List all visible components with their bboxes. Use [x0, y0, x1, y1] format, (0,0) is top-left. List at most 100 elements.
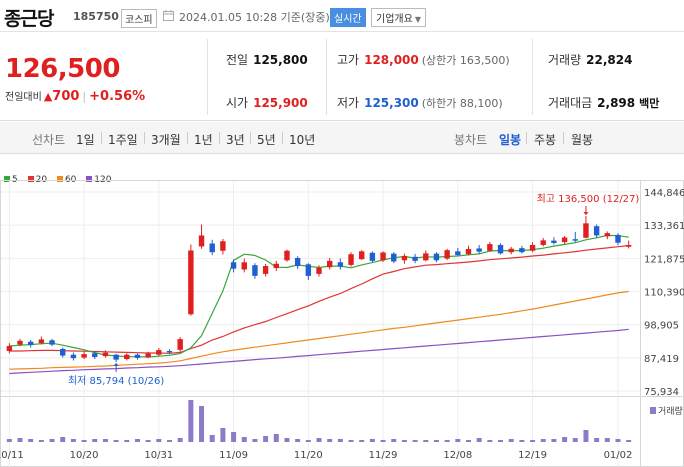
volume-bar: [220, 428, 226, 442]
volume-bar: [316, 438, 322, 442]
candle-body: [380, 252, 386, 261]
candle-body: [156, 350, 162, 355]
low-annotation: 최저 85,794 (10/26): [68, 375, 164, 387]
candle-body: [70, 354, 77, 359]
realtime-button[interactable]: 실시간: [330, 8, 366, 27]
volume-bar: [134, 439, 140, 442]
tab-weekly[interactable]: 주봉: [534, 131, 556, 148]
low-value: 125,300: [364, 96, 419, 110]
divider: [282, 132, 283, 144]
volume-bar: [38, 440, 44, 442]
candle-body: [455, 251, 461, 256]
volume-bar: [92, 439, 98, 442]
candle-body: [166, 350, 173, 353]
calendar-icon: [163, 10, 174, 21]
candle-body: [209, 243, 215, 253]
volume-bar: [145, 440, 151, 442]
y-tick-label: 144,846: [644, 188, 684, 199]
tab-10y[interactable]: 10년: [289, 131, 315, 148]
volume-bar: [348, 440, 354, 442]
stock-name: 종근당: [4, 8, 54, 30]
volume-legend-swatch: [650, 407, 656, 414]
candle-body: [273, 263, 279, 269]
tab-3m[interactable]: 3개월: [151, 131, 181, 148]
volume-bar: [359, 440, 365, 442]
volume-bar: [423, 440, 429, 442]
volume-legend-label: 거래량: [658, 405, 683, 417]
tab-1d[interactable]: 1일: [76, 131, 95, 148]
volume-bar: [498, 440, 504, 442]
volume-bar: [540, 439, 546, 442]
trade-amount-unit: 백만: [639, 97, 660, 110]
company-overview-dropdown[interactable]: 기업개요 ▼: [371, 8, 426, 27]
tab-5y[interactable]: 5년: [257, 131, 276, 148]
chart-period-tabs: 선차트 1일 1주일 3개월 1년 3년 5년 10년 봉차트 일봉 주봉 월봉: [0, 122, 684, 154]
volume-bar: [519, 440, 525, 442]
trade-amount-value: 2,898: [597, 96, 636, 110]
price-chart[interactable]: 144,846 133,361 121,875 110,390 98,905 87,419…: [0, 160, 684, 467]
candle-body: [561, 237, 568, 243]
candle-body: [252, 265, 258, 276]
candle-body: [241, 262, 247, 270]
volume-bar: [209, 435, 215, 442]
open-value: 125,900: [253, 96, 308, 110]
divider: [250, 132, 251, 144]
volume-bar: [167, 440, 173, 442]
candle-body: [487, 244, 493, 251]
volume-bar: [337, 439, 343, 442]
volume-bar: [508, 439, 514, 442]
candle-body: [124, 354, 130, 360]
candle-body: [38, 339, 45, 344]
candle-body: [326, 260, 333, 268]
candle-body: [348, 254, 354, 265]
candle-body: [593, 226, 600, 236]
change-percent: +0.56%: [89, 89, 146, 104]
volume-bar: [273, 434, 279, 442]
tab-1y[interactable]: 1년: [194, 131, 213, 148]
tab-daily[interactable]: 일봉: [499, 131, 521, 148]
y-tick-label: 110,390: [644, 288, 684, 299]
divider: [563, 132, 564, 144]
candle-body: [177, 339, 183, 350]
x-tick-label: 10/31: [144, 450, 173, 461]
candle-body: [519, 248, 525, 253]
volume-bar: [412, 440, 418, 442]
y-tick-label: 133,361: [644, 221, 684, 232]
volume-bar: [124, 440, 130, 442]
tab-monthly[interactable]: 월봉: [571, 131, 593, 148]
volume-bar: [60, 437, 66, 442]
candle-chart-label: 봉차트: [454, 133, 488, 147]
x-tick-label: 11/20: [294, 450, 323, 461]
divider: [219, 132, 220, 144]
volume-bar: [615, 439, 621, 442]
volume-bar: [401, 440, 407, 442]
candle-body: [102, 352, 109, 357]
candle-body: [305, 264, 312, 276]
volume-bar: [49, 439, 55, 442]
change-label: 전일대비: [5, 92, 42, 103]
volume-bar: [530, 440, 536, 442]
tab-1w[interactable]: 1주일: [108, 131, 138, 148]
volume-bar: [476, 438, 482, 442]
volume-bar: [327, 439, 333, 442]
candle-body: [49, 340, 55, 345]
volume-bar: [562, 437, 568, 442]
high-label: 고가: [337, 53, 360, 67]
volume-bar: [188, 400, 194, 442]
candle-body: [476, 248, 482, 252]
chart-frame: [0, 180, 684, 467]
candle-body: [188, 250, 194, 315]
volume-bar: [295, 439, 301, 442]
candle-body: [572, 239, 578, 241]
x-tick-label: 12/08: [443, 450, 472, 461]
volume-bar: [391, 439, 397, 442]
caret-down-icon: ▼: [414, 15, 421, 24]
candle-body: [497, 244, 504, 254]
tab-3y[interactable]: 3년: [226, 131, 245, 148]
volume-bar: [551, 439, 557, 442]
change-amount: 700: [52, 89, 80, 104]
open-price: 시가 125,900: [226, 94, 308, 111]
volume-bar: [102, 439, 108, 442]
candle-body: [583, 223, 589, 238]
y-tick-label: 98,905: [644, 321, 679, 332]
